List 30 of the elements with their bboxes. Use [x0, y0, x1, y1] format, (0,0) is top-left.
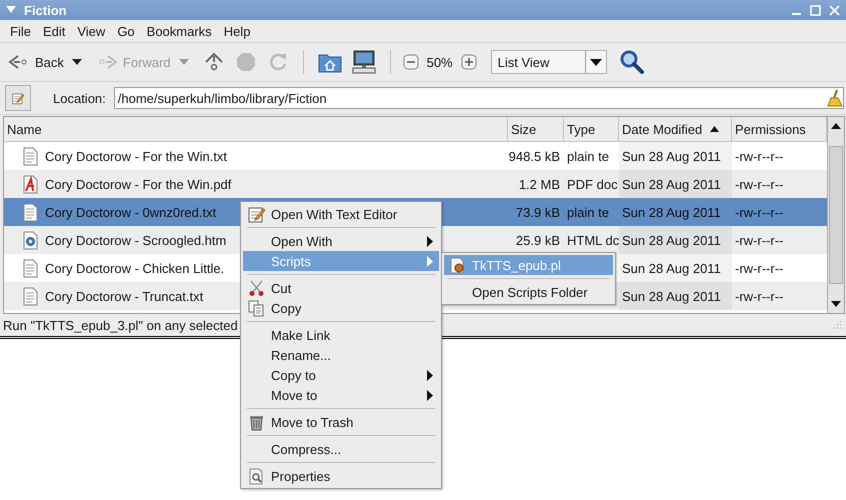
file-name: Cory Doctorow - 0wnz0red.txt: [45, 204, 216, 220]
file-type: PDF doc: [567, 176, 618, 192]
location-label: Location:: [53, 90, 106, 106]
file-size: 73.9 kB: [516, 204, 560, 220]
status-text: Run "TkTTS_epub_3.pl" on any selected: [3, 318, 238, 332]
date-modified: Sun 28 Aug 2011: [622, 232, 721, 248]
window-title: Fiction: [24, 2, 68, 18]
file-name: Cory Doctorow - Truncat.txt: [45, 288, 204, 304]
file-permissions: -rw-r--r--: [735, 288, 784, 304]
file-name: Cory Doctorow - Chicken Little.: [45, 260, 224, 276]
file-permissions: -rw-r--r--: [735, 148, 784, 164]
file-permissions: -rw-r--r--: [735, 204, 784, 220]
date-modified: Sun 28 Aug 2011: [622, 148, 721, 164]
file-type: plain te: [567, 148, 609, 164]
file-size: 948.5 kB: [508, 148, 560, 164]
file-size: 25.9 kB: [516, 232, 560, 248]
file-size: 1.2 MB: [518, 176, 560, 192]
file-permissions: -rw-r--r--: [735, 260, 784, 276]
file-name: Cory Doctorow - Scroogled.htm: [45, 232, 226, 248]
file-type: HTML dc: [567, 232, 620, 248]
date-modified: Sun 28 Aug 2011: [622, 260, 721, 276]
file-permissions: -rw-r--r--: [735, 176, 784, 192]
zoom-level: 50%: [426, 54, 454, 70]
date-modified: Sun 28 Aug 2011: [622, 204, 721, 220]
file-type: plain te: [567, 204, 609, 220]
date-modified: Sun 28 Aug 2011: [622, 288, 721, 304]
file-name: Cory Doctorow - For the Win.txt: [45, 148, 228, 164]
file-name: Cory Doctorow - For the Win.pdf: [45, 176, 232, 192]
date-modified: Sun 28 Aug 2011: [622, 176, 721, 192]
file-permissions: -rw-r--r--: [735, 232, 784, 248]
